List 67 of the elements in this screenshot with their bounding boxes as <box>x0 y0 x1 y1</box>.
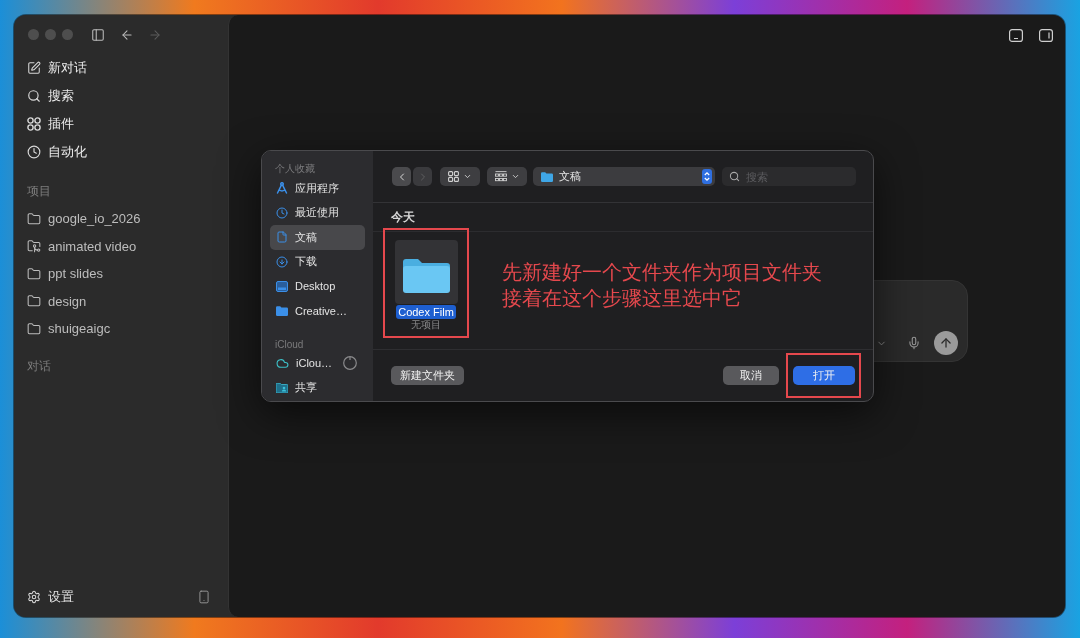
dialog-button[interactable]: 新建文件夹 <box>391 366 464 385</box>
sidebar-item[interactable]: 应用程序 <box>270 176 365 201</box>
nav-item[interactable]: 自动化 <box>22 138 220 166</box>
download-icon <box>276 255 288 268</box>
sidebar-item[interactable]: Creative… <box>270 298 365 323</box>
clock-icon <box>276 206 288 219</box>
back-arrow-icon[interactable] <box>120 27 134 42</box>
folder-icon <box>541 171 553 182</box>
project-item[interactable]: animated video <box>22 232 220 260</box>
open-button[interactable]: 打开 <box>792 366 855 385</box>
cloud-icon <box>276 356 289 370</box>
phone-icon[interactable] <box>197 590 211 604</box>
send-button[interactable] <box>933 331 958 355</box>
caret-icon <box>510 172 520 181</box>
sidebar-item[interactable]: iClou… <box>270 351 365 376</box>
mic-icon[interactable] <box>906 336 921 350</box>
caret-icon <box>463 172 472 181</box>
nav-item[interactable]: 插件 <box>22 110 220 138</box>
sidebar-item[interactable]: 最近使用 <box>270 200 365 225</box>
sidebar-item[interactable]: 共享 <box>270 375 365 400</box>
annotation-text: 接着在这个步骤这里选中它 <box>502 286 743 311</box>
group-button[interactable] <box>487 167 527 186</box>
sidebar-item[interactable]: 文稿 <box>270 225 365 250</box>
back-button[interactable] <box>392 167 411 186</box>
view-button[interactable] <box>440 167 480 186</box>
nav-item[interactable]: 搜索 <box>22 82 220 110</box>
panel-right-icon[interactable] <box>1039 28 1053 42</box>
dots-grid-icon <box>27 117 41 131</box>
compass-icon <box>276 182 288 195</box>
folder-icon <box>27 211 41 226</box>
search-icon <box>27 89 41 103</box>
clock-icon <box>27 145 41 159</box>
sidebar-toggle-icon[interactable] <box>91 27 105 42</box>
location-popup[interactable]: 文稿 <box>533 167 715 186</box>
project-item[interactable]: ppt slides <box>22 260 220 288</box>
document-icon <box>276 231 288 244</box>
pen-square-icon <box>27 61 41 75</box>
folder-icon <box>27 266 41 281</box>
project-item[interactable]: google_io_2026 <box>22 205 220 233</box>
tiles-icon <box>494 171 507 182</box>
project-item[interactable]: design <box>22 287 220 315</box>
settings-item[interactable]: 设置 <box>27 588 74 606</box>
panel-bottom-icon[interactable] <box>1009 28 1023 42</box>
annotation-text: 先新建好一个文件夹作为项目文件夹 <box>502 260 822 285</box>
file-detail: 无项目 <box>411 319 441 331</box>
shared-folder-icon <box>276 382 288 393</box>
folder-icon <box>27 294 41 309</box>
file-name[interactable]: Codex Film <box>396 305 456 319</box>
group-heading: 今天 <box>373 203 873 232</box>
folder-icon <box>27 321 41 336</box>
dialog-button[interactable]: 取消 <box>723 366 779 385</box>
search-icon <box>729 171 740 182</box>
power-icon[interactable] <box>343 356 357 371</box>
sidebar-item[interactable]: 下载 <box>270 249 365 274</box>
stepper-icon <box>702 169 712 184</box>
folder-branch-icon <box>27 239 41 254</box>
settings-icon <box>27 590 41 604</box>
folder-icon <box>276 305 288 316</box>
sidebar-item[interactable]: Desktop <box>270 274 365 299</box>
display-icon <box>276 280 288 292</box>
grid-icon <box>448 171 459 182</box>
section-heading: 项目 <box>26 182 52 200</box>
project-item[interactable]: shuigeaigc <box>22 315 220 343</box>
section-heading: iCloud <box>274 337 305 351</box>
section-heading: 个人收藏 <box>274 162 316 176</box>
section-heading: 对话 <box>26 358 52 375</box>
nav-item[interactable]: 新对话 <box>22 54 220 82</box>
